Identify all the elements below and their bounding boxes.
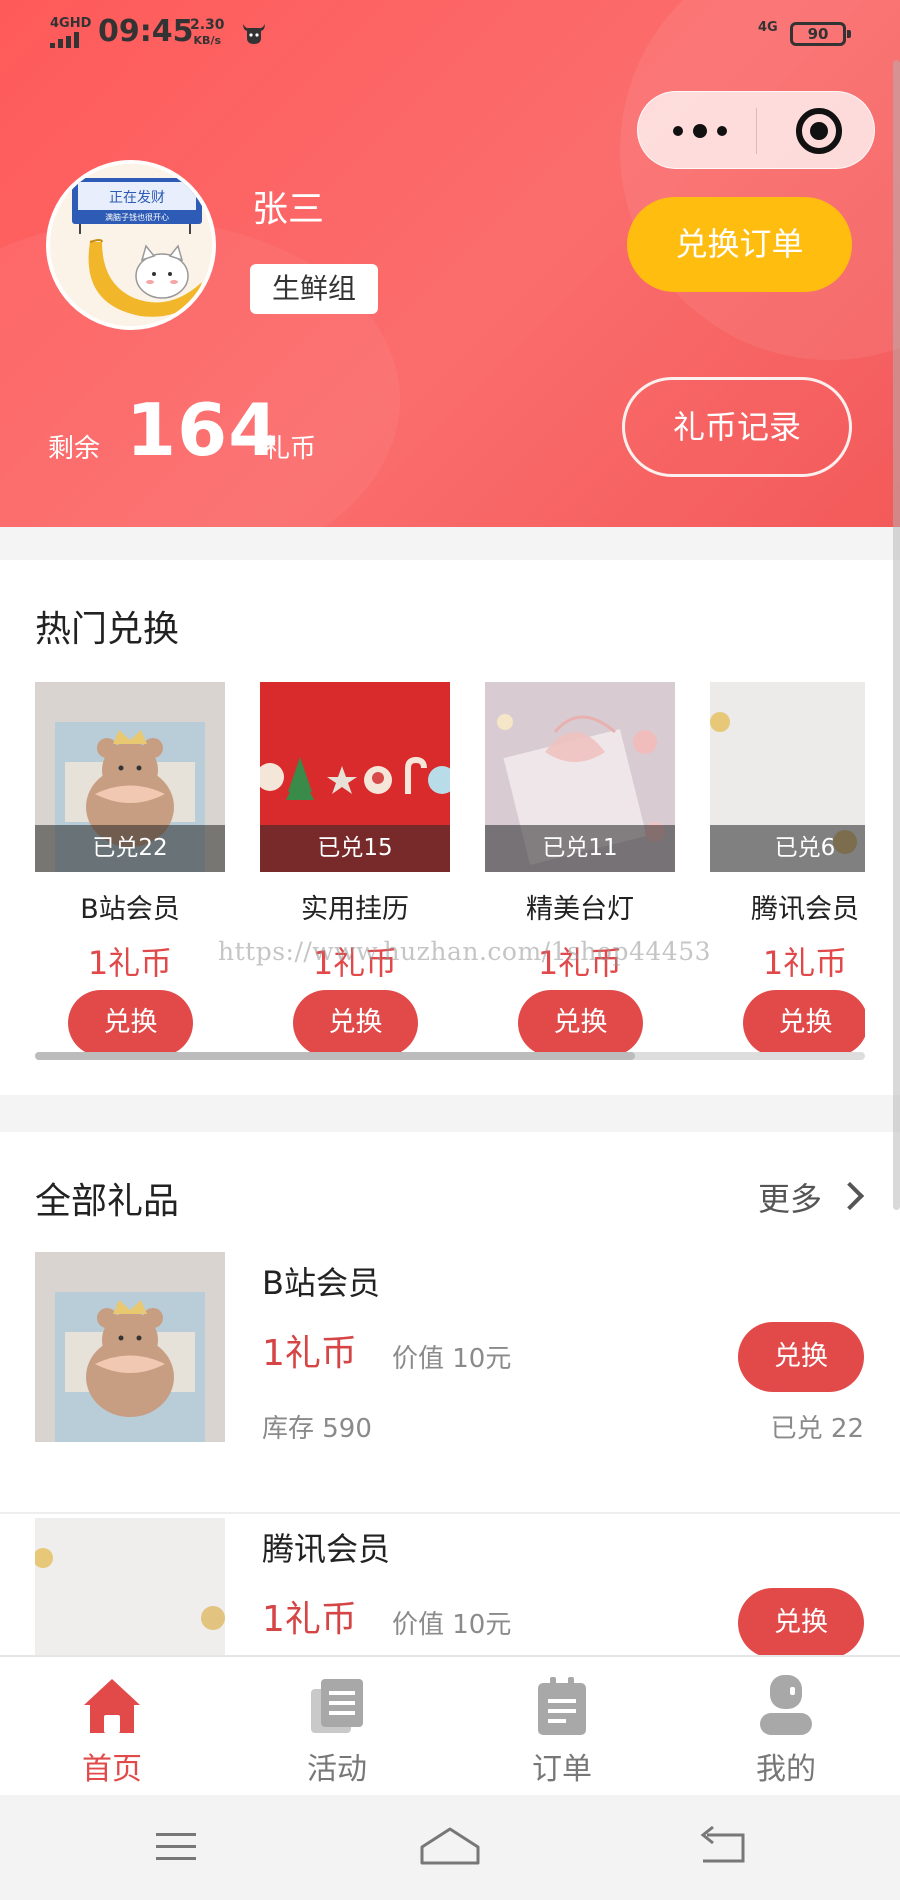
more-link[interactable]: 更多	[757, 1174, 865, 1220]
avatar-sign-subtext: 满脑子钱也很开心	[105, 212, 169, 222]
product-price: 1礼币	[762, 944, 848, 982]
exchange-button[interactable]: 兑换	[293, 990, 418, 1056]
exchange-button[interactable]: 兑换	[743, 990, 865, 1056]
exchange-button[interactable]: 兑换	[738, 1588, 864, 1658]
section-title: 全部礼品	[35, 1181, 180, 1222]
network-speed: 2.30 KB/s	[190, 18, 225, 48]
gift-list-item[interactable]: B站会员 1礼币 价值 10元 库存 590 已兑 22 兑换	[0, 1252, 900, 1514]
redeemed-badge: 已兑11	[485, 825, 675, 872]
capsule-divider	[756, 108, 757, 154]
avatar-illustration: 正在发财 满脑子钱也很开心	[50, 164, 212, 326]
app-screen: 4GHD 09:45 2.30 KB/s 4G 90 正在发财 满脑子钱也很开心…	[0, 0, 900, 1900]
hot-item[interactable]: 已兑15 实用挂历 1礼币 兑换	[260, 682, 450, 1056]
section-title: 热门兑换	[35, 609, 180, 650]
coin-balance: 164	[126, 388, 280, 472]
tab-label: 我的	[756, 1752, 816, 1787]
tab-label: 首页	[82, 1752, 142, 1787]
redeemed-badge: 已兑15	[260, 825, 450, 872]
tab-label: 活动	[307, 1752, 367, 1787]
back-icon[interactable]	[683, 1817, 763, 1877]
activity-icon	[311, 1679, 363, 1733]
balance-prefix: 剩余	[48, 434, 101, 464]
bull-icon	[243, 24, 265, 44]
product-image	[35, 1252, 225, 1442]
battery-icon: 90	[790, 22, 851, 46]
close-miniprogram-icon[interactable]	[796, 108, 842, 154]
product-price: 1礼币	[87, 944, 173, 982]
clock: 09:45	[98, 14, 194, 49]
hot-item[interactable]: 已兑11 精美台灯 1礼币 兑换	[485, 682, 675, 1056]
gift-name: B站会员	[262, 1264, 380, 1302]
more-label: 更多	[757, 1180, 822, 1218]
gift-redeemed-count: 已兑 22	[770, 1414, 864, 1444]
gift-value: 价值 10元	[392, 1344, 512, 1374]
redeemed-badge: 已兑6	[710, 825, 865, 872]
vertical-scrollbar[interactable]	[893, 60, 900, 1210]
home-nav-icon[interactable]	[410, 1817, 490, 1877]
tab-activity[interactable]: 活动	[257, 1657, 417, 1797]
speed-unit: KB/s	[193, 34, 222, 47]
coin-record-button[interactable]: 礼币记录	[622, 377, 852, 477]
miniprogram-capsule	[637, 91, 875, 169]
profile-header: 4GHD 09:45 2.30 KB/s 4G 90 正在发财 满脑子钱也很开心…	[0, 0, 900, 527]
exchange-button[interactable]: 兑换	[68, 990, 193, 1056]
gift-price: 1礼币	[262, 1333, 357, 1374]
gift-name: 腾讯会员	[262, 1530, 391, 1568]
group-badge: 生鲜组	[250, 264, 379, 314]
hot-item[interactable]: 已兑6 腾讯会员 1礼币 兑换	[710, 682, 865, 1056]
menu-icon[interactable]	[136, 1817, 216, 1877]
tab-label: 订单	[532, 1752, 592, 1787]
avatar[interactable]: 正在发财 满脑子钱也很开心	[46, 160, 216, 330]
profile-icon	[760, 1675, 812, 1735]
more-options-icon[interactable]	[673, 114, 753, 148]
chevron-right-icon	[835, 1181, 865, 1211]
home-icon	[84, 1679, 140, 1733]
signal-icon	[50, 32, 86, 48]
gift-price: 1礼币	[262, 1599, 357, 1640]
hot-item[interactable]: 已兑22 B站会员 1礼币 兑换	[35, 682, 225, 1056]
exchange-button[interactable]: 兑换	[518, 990, 643, 1056]
hot-exchange-section: 热门兑换 已兑22 B站会员 1礼币 兑换 已兑15 实用挂历 1礼币 兑换 已…	[0, 560, 900, 1095]
product-name: 精美台灯	[526, 894, 634, 925]
exchange-order-button[interactable]: 兑换订单	[627, 197, 852, 292]
product-name: 腾讯会员	[751, 894, 859, 925]
exchange-button[interactable]: 兑换	[738, 1322, 864, 1392]
carousel-scroll-indicator[interactable]	[35, 1052, 865, 1060]
speed-value: 2.30	[190, 17, 225, 33]
gift-stock: 库存 590	[262, 1414, 372, 1444]
network-type: 4GHD	[50, 16, 92, 31]
status-bar: 4GHD 09:45 2.30 KB/s 4G 90	[0, 0, 900, 70]
balance-unit: 礼币	[264, 434, 317, 464]
bottom-tab-bar: 首页 活动 订单 我的	[0, 1655, 900, 1795]
network-type-right: 4G	[758, 20, 778, 35]
tab-orders[interactable]: 订单	[482, 1657, 642, 1797]
user-name: 张三	[252, 189, 325, 230]
product-name: B站会员	[80, 894, 180, 925]
gift-value: 价值 10元	[392, 1610, 512, 1640]
redeemed-badge: 已兑22	[35, 825, 225, 872]
hot-exchange-carousel[interactable]: 已兑22 B站会员 1礼币 兑换 已兑15 实用挂历 1礼币 兑换 已兑11 精…	[35, 682, 865, 1072]
all-gifts-section: 全部礼品 更多 B站会员 1礼币 价值 10元 库存 590 已兑 22 兑换 …	[0, 1132, 900, 1708]
watermark-text: https://www.huzhan.com/1shop44453	[218, 937, 712, 966]
avatar-sign-text: 正在发财	[109, 190, 165, 206]
tab-home[interactable]: 首页	[32, 1657, 192, 1797]
tab-profile[interactable]: 我的	[706, 1657, 866, 1797]
system-navigation-bar	[0, 1795, 900, 1900]
product-name: 实用挂历	[301, 894, 409, 925]
order-icon	[538, 1677, 586, 1735]
